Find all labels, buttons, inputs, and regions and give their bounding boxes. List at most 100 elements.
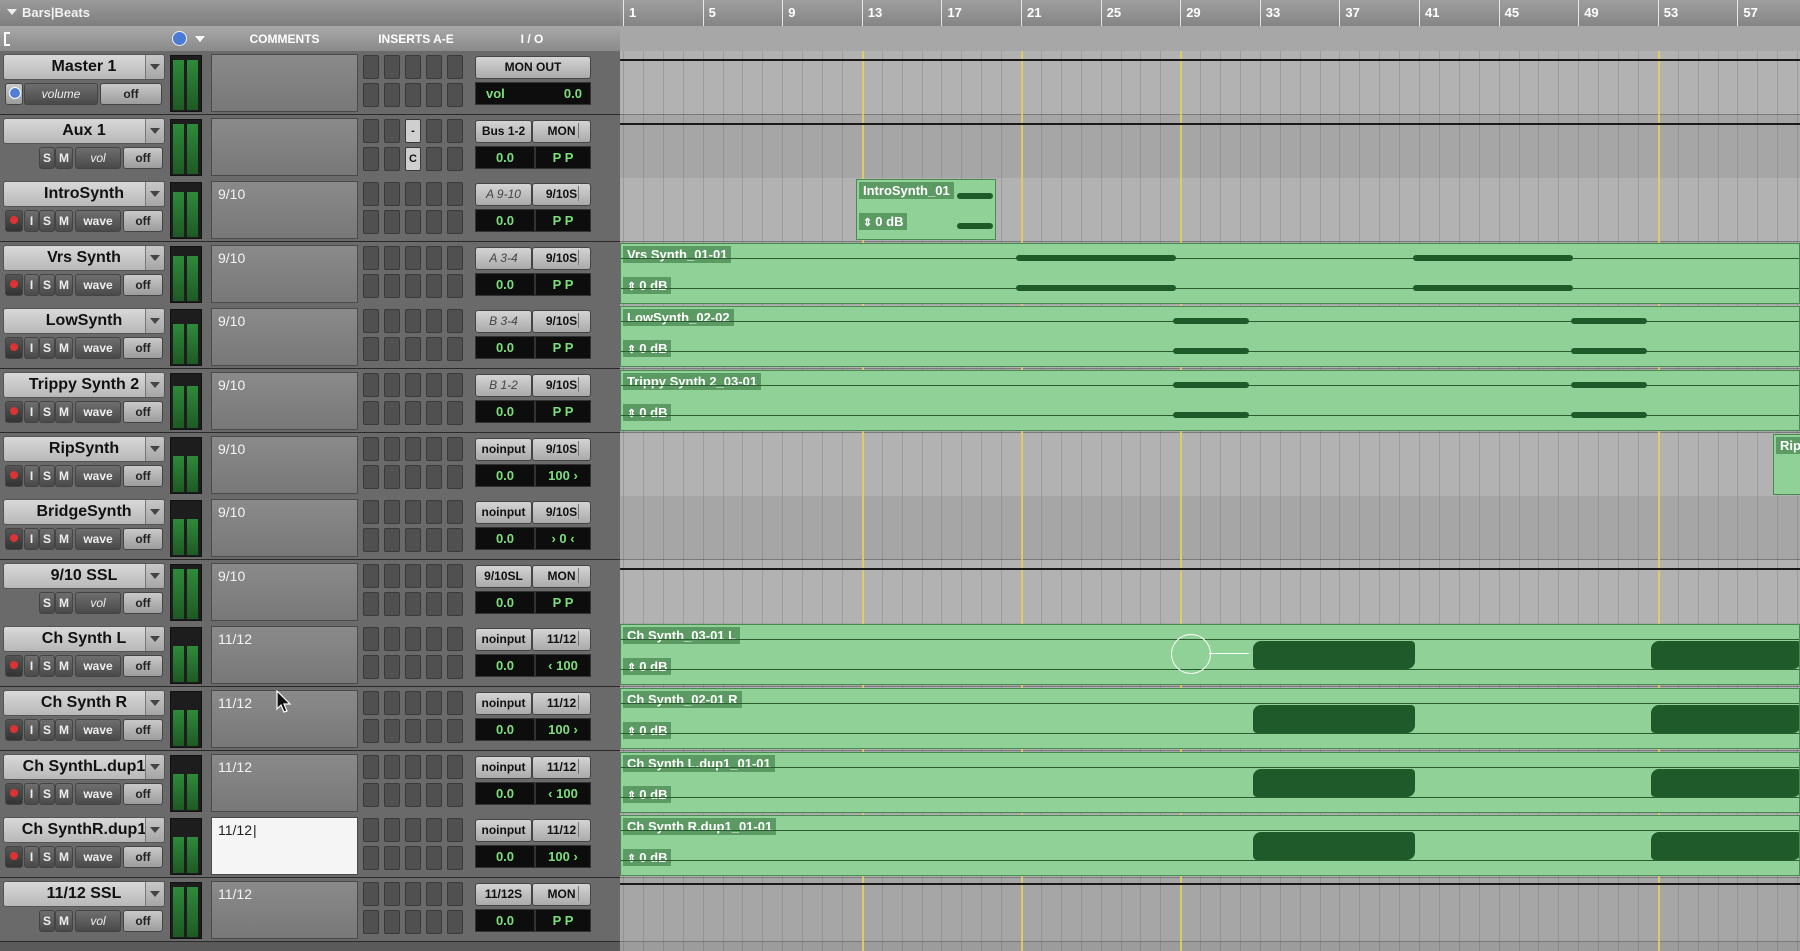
insert-slot[interactable] bbox=[447, 591, 463, 616]
automation-mode-selector[interactable]: off bbox=[123, 909, 163, 932]
solo-button[interactable]: S bbox=[39, 782, 55, 805]
insert-slot[interactable] bbox=[447, 627, 463, 652]
volume-readout[interactable]: 0.0 bbox=[475, 527, 535, 551]
insert-slot[interactable] bbox=[447, 245, 463, 270]
insert-slot[interactable] bbox=[363, 627, 379, 652]
insert-slot[interactable] bbox=[384, 401, 400, 425]
track-comment-field[interactable]: 9/10 bbox=[211, 181, 358, 240]
timeline-lane[interactable] bbox=[620, 432, 1800, 497]
record-enable-button[interactable] bbox=[5, 846, 23, 869]
insert-slot[interactable] bbox=[384, 245, 400, 270]
input-monitor-button[interactable]: I bbox=[24, 337, 39, 360]
track-name[interactable]: 9/10 SSL bbox=[3, 562, 165, 589]
output-selector[interactable]: 9/10S bbox=[532, 310, 591, 334]
insert-slot[interactable] bbox=[405, 182, 421, 207]
input-selector[interactable]: 11/12S bbox=[475, 882, 532, 906]
output-selector[interactable]: 11/12 bbox=[532, 692, 591, 715]
insert-slot[interactable] bbox=[426, 627, 442, 652]
mute-button[interactable]: M bbox=[55, 782, 73, 805]
insert-slot[interactable] bbox=[426, 401, 442, 425]
insert-slot[interactable] bbox=[363, 528, 379, 553]
mute-button[interactable]: M bbox=[55, 210, 73, 233]
insert-slot[interactable] bbox=[426, 818, 442, 843]
input-selector[interactable]: noinput bbox=[475, 628, 532, 652]
audio-clip[interactable]: Ch Synth R.dup1_01-01 0 dB bbox=[620, 815, 1800, 877]
insert-slot[interactable] bbox=[363, 655, 379, 680]
insert-slot[interactable] bbox=[447, 182, 463, 207]
insert-slot[interactable] bbox=[405, 401, 421, 425]
insert-slot[interactable] bbox=[405, 464, 421, 489]
track-view-selector[interactable]: wave bbox=[75, 846, 121, 869]
insert-slot[interactable] bbox=[426, 83, 442, 107]
insert-slot[interactable] bbox=[405, 309, 421, 334]
track-comment-field[interactable]: 9/10 bbox=[211, 372, 358, 430]
volume-readout[interactable]: 0.0 bbox=[475, 590, 535, 614]
insert-slot[interactable] bbox=[426, 182, 442, 207]
track-comment-field[interactable]: 9/10 bbox=[211, 244, 358, 303]
input-selector[interactable]: noinput bbox=[475, 692, 532, 715]
insert-slot[interactable] bbox=[447, 754, 463, 779]
insert-slot[interactable] bbox=[363, 464, 379, 489]
solo-button[interactable]: S bbox=[39, 846, 55, 869]
insert-slot[interactable] bbox=[384, 909, 400, 934]
insert-slot[interactable] bbox=[447, 309, 463, 334]
volume-automation-line[interactable] bbox=[620, 567, 1800, 570]
solo-button[interactable]: S bbox=[39, 591, 55, 614]
insert-slot[interactable] bbox=[384, 182, 400, 207]
chevron-down-icon[interactable] bbox=[195, 36, 205, 42]
insert-slot[interactable] bbox=[363, 591, 379, 616]
insert-slot[interactable] bbox=[384, 818, 400, 843]
automation-mode-selector[interactable]: off bbox=[123, 528, 163, 551]
track-comment-field[interactable] bbox=[211, 54, 358, 112]
insert-slot[interactable] bbox=[363, 563, 379, 588]
mute-button[interactable]: M bbox=[55, 528, 73, 551]
track-name[interactable]: BridgeSynth bbox=[3, 499, 165, 526]
insert-slot[interactable] bbox=[384, 881, 400, 906]
track-name[interactable]: Ch SynthR.dup1 bbox=[3, 817, 165, 844]
insert-slot[interactable] bbox=[447, 401, 463, 425]
insert-slot[interactable] bbox=[363, 401, 379, 425]
insert-slot[interactable] bbox=[447, 55, 463, 79]
track-view-selector[interactable]: volume bbox=[24, 83, 98, 105]
mute-button[interactable]: M bbox=[55, 146, 73, 169]
insert-slot[interactable] bbox=[447, 210, 463, 235]
track-name[interactable]: 11/12 SSL bbox=[3, 880, 165, 907]
insert-slot[interactable] bbox=[384, 146, 400, 171]
insert-slot[interactable] bbox=[405, 436, 421, 461]
automation-mode-selector[interactable]: off bbox=[100, 83, 162, 105]
clip-gain[interactable]: 0 dB bbox=[623, 785, 672, 803]
insert-slot[interactable] bbox=[447, 655, 463, 680]
insert-slot[interactable] bbox=[405, 818, 421, 843]
insert-slot[interactable] bbox=[384, 373, 400, 397]
chevron-down-icon[interactable] bbox=[145, 373, 164, 397]
insert-slot[interactable] bbox=[384, 83, 400, 107]
timeline-lane[interactable] bbox=[620, 496, 1800, 561]
insert-slot[interactable] bbox=[363, 273, 379, 298]
output-selector[interactable]: MON bbox=[532, 882, 591, 906]
insert-slot[interactable] bbox=[384, 846, 400, 871]
insert-slot[interactable] bbox=[405, 627, 421, 652]
insert-slot[interactable] bbox=[384, 627, 400, 652]
track-view-selector[interactable]: vol bbox=[75, 146, 121, 169]
insert-slot[interactable] bbox=[405, 754, 421, 779]
chevron-down-icon[interactable] bbox=[145, 563, 164, 588]
insert-slot[interactable] bbox=[405, 528, 421, 553]
insert-slot[interactable] bbox=[426, 245, 442, 270]
volume-readout[interactable]: 0.0 bbox=[475, 654, 535, 678]
volume-readout[interactable]: vol 0.0 bbox=[475, 82, 591, 105]
insert-slot[interactable] bbox=[447, 528, 463, 553]
volume-automation-line[interactable] bbox=[620, 882, 1800, 885]
automation-mode-selector[interactable]: off bbox=[123, 146, 163, 169]
volume-readout[interactable]: 0.0 bbox=[475, 272, 535, 296]
insert-slot[interactable] bbox=[363, 909, 379, 934]
track-view-selector[interactable]: wave bbox=[75, 719, 121, 741]
chevron-down-icon[interactable] bbox=[145, 182, 164, 207]
clock-icon[interactable] bbox=[172, 31, 187, 46]
mute-button[interactable]: M bbox=[55, 273, 73, 296]
insert-slot[interactable] bbox=[447, 83, 463, 107]
insert-slot[interactable] bbox=[447, 881, 463, 906]
input-monitor-button[interactable]: I bbox=[24, 846, 39, 869]
insert-slot[interactable] bbox=[405, 210, 421, 235]
track-comment-field[interactable]: 9/10 bbox=[211, 562, 358, 621]
output-selector[interactable]: 11/12 bbox=[532, 628, 591, 652]
